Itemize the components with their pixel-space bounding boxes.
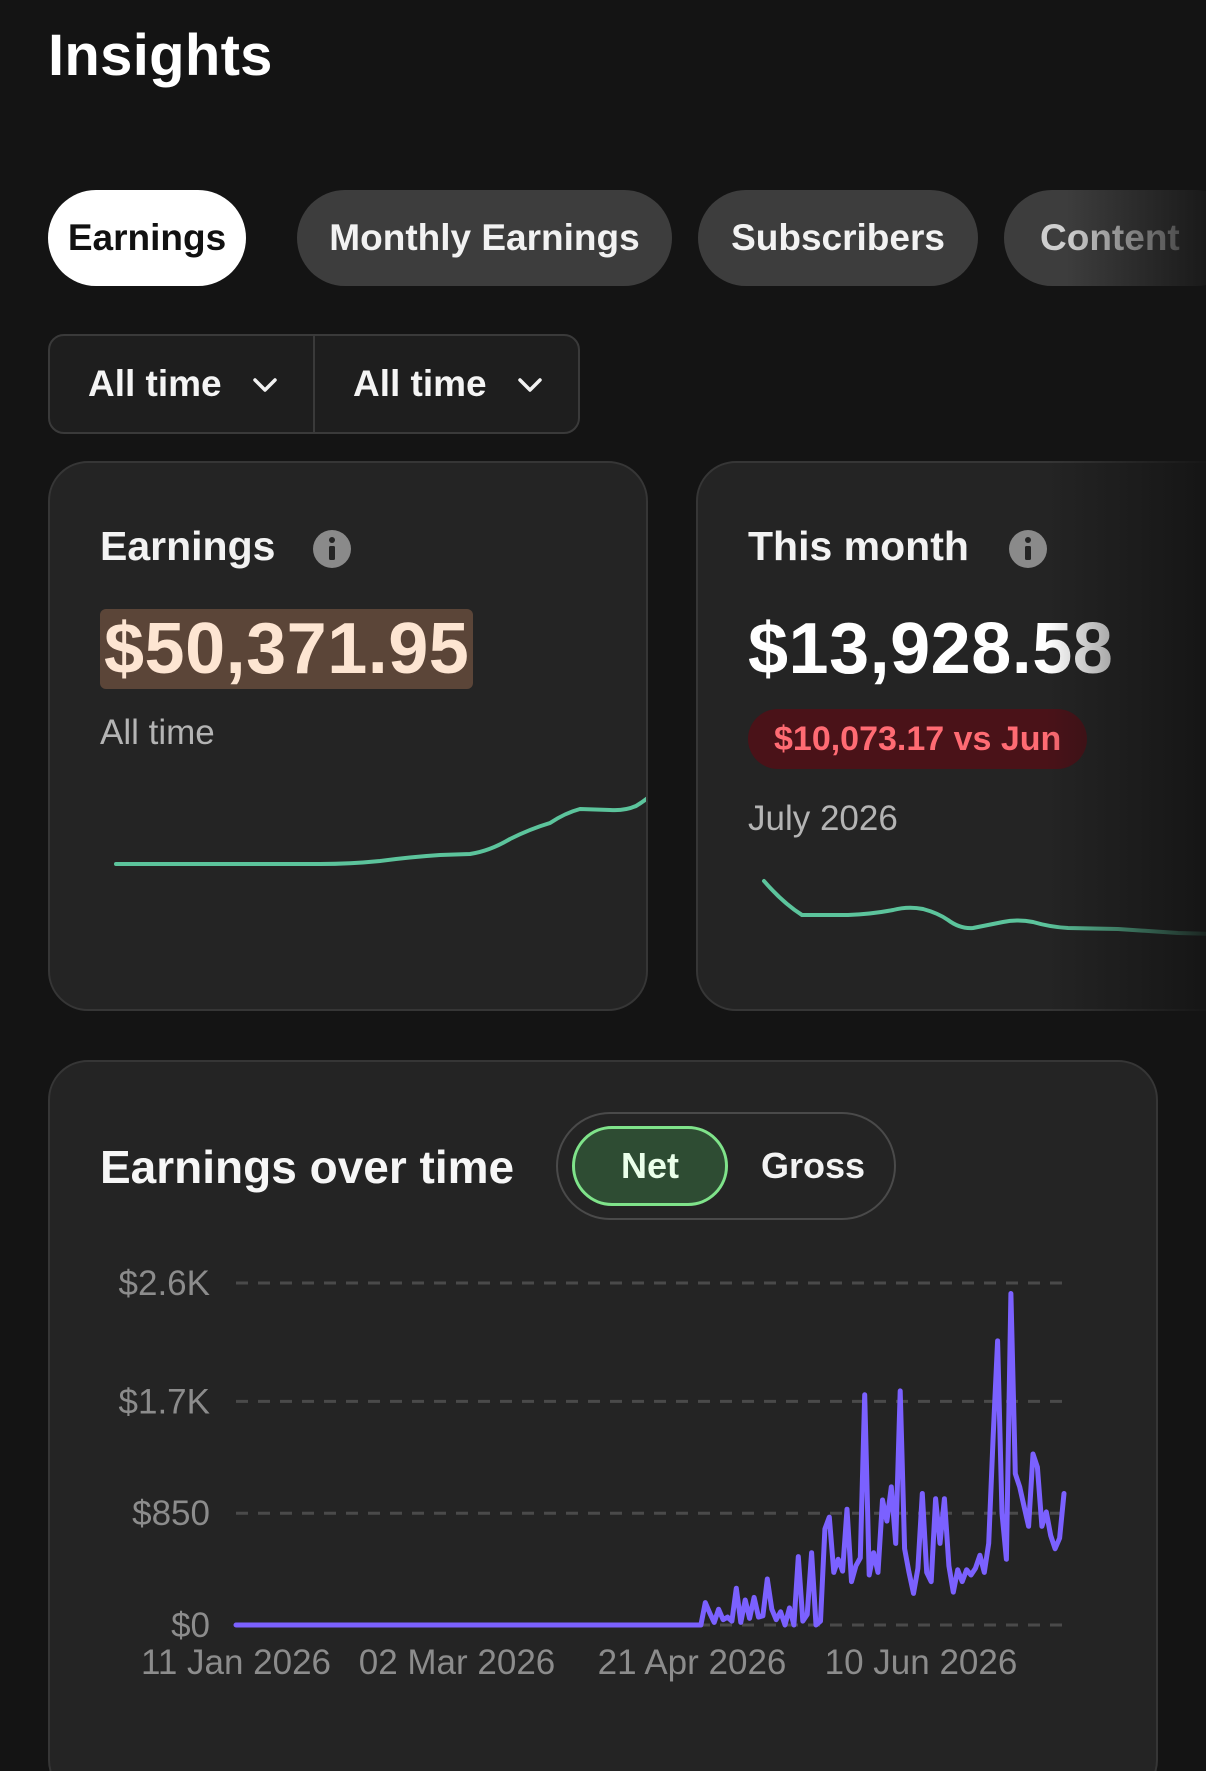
y-tick-label: $0 [171, 1606, 210, 1645]
y-tick-label: $1.7K [119, 1382, 210, 1421]
time-filter-start[interactable]: All time [50, 336, 313, 432]
x-tick-label: 10 Jun 2026 [825, 1643, 1018, 1682]
x-tick-label: 21 Apr 2026 [598, 1643, 787, 1682]
time-filters: All time All time [48, 334, 580, 434]
y-tick-label: $2.6K [119, 1264, 210, 1303]
tab-content[interactable]: Content [1004, 190, 1206, 286]
chevron-down-icon [253, 378, 277, 392]
insights-page: Insights Earnings Monthly Earnings Subsc… [0, 0, 1206, 1771]
chevron-down-icon [518, 378, 542, 392]
net-earnings-series-line [233, 1291, 1067, 1628]
page-title: Insights [48, 23, 273, 88]
time-filter-end[interactable]: All time [313, 336, 578, 432]
this-month-sparkline [762, 879, 1206, 936]
earnings-line-chart: $0 $850 $1.7K $2.6K 11 Jan 2026 02 Mar 2026 21… [119, 1264, 1067, 1682]
y-tick-label: $850 [132, 1494, 210, 1533]
tab-subscribers[interactable]: Subscribers [698, 190, 978, 286]
earnings-card[interactable]: Earnings $50,371.95 All time [48, 461, 648, 1011]
earnings-over-time-card: Earnings over time Net Gross $0 $850 $1.7K… [48, 1060, 1158, 1771]
x-tick-label: 02 Mar 2026 [359, 1643, 556, 1682]
x-tick-label: 11 Jan 2026 [141, 1643, 331, 1682]
earnings-sparkline [114, 796, 646, 866]
this-month-card[interactable]: This month $13,928.58 $10,073.17 vs Jun … [696, 461, 1206, 1011]
time-filter-label: All time [353, 363, 487, 404]
tab-bar: Earnings Monthly Earnings Subscribers Co… [48, 190, 1206, 286]
time-filter-label: All time [88, 363, 222, 404]
tab-earnings[interactable]: Earnings [48, 190, 246, 286]
tab-monthly-earnings[interactable]: Monthly Earnings [297, 190, 672, 286]
